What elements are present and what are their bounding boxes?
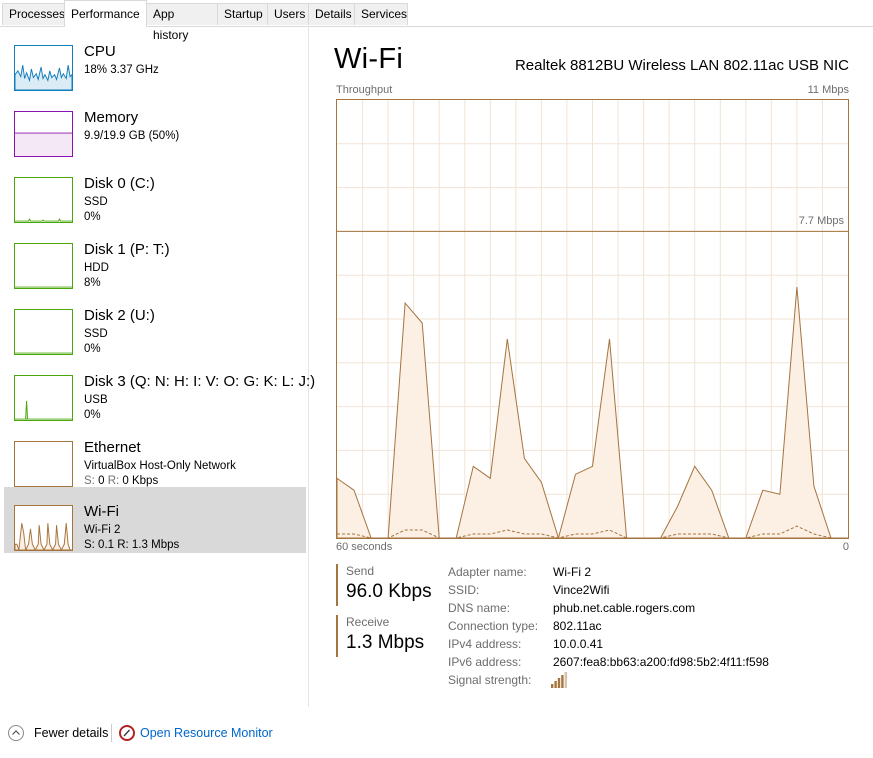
chevron-up-icon[interactable] [8,725,24,741]
sidebar-item-wifi[interactable]: Wi-Fi Wi-Fi 2 S: 0.1 R: 1.3 Mbps [4,487,306,553]
sidebar-item-title: Disk 3 (Q: N: H: I: V: O: G: K: L: J:) [84,373,316,390]
send-value: 0 [98,475,105,487]
sidebar: CPU 18% 3.37 GHz Memory 9.9/19.9 GB (50%… [0,27,315,707]
send-value: 96.0 Kbps [346,581,432,602]
sidebar-item-type: SSD [84,196,108,208]
info-key-signal-strength: Signal strength: [448,673,532,687]
info-key-ssid: SSID: [448,583,480,597]
receive-label: Receive [346,615,390,629]
sidebar-item-type: HDD [84,262,109,274]
info-key-dns-name: DNS name: [448,601,511,615]
signal-bar [557,678,561,688]
tab-bar: Processes Performance App history Startu… [0,0,873,42]
ethernet-thumbnail [14,441,73,487]
tab-processes[interactable]: Processes [2,3,65,25]
sidebar-item-cpu[interactable]: CPU 18% 3.37 GHz [4,27,306,93]
receive-value: 0 Kbps [122,475,159,487]
sidebar-item-type: USB [84,394,108,406]
sidebar-item-adapter: Wi-Fi 2 [84,524,121,536]
sidebar-item-ethernet[interactable]: Ethernet VirtualBox Host-Only Network S:… [4,423,306,489]
signal-bar [551,684,554,688]
sidebar-item-title: Memory [84,109,139,126]
info-value-ssid: Vince2Wifi [553,583,610,597]
receive-label: R: [107,475,120,487]
signal-strength-icon [551,672,567,688]
sidebar-item-title: Ethernet [84,439,141,456]
info-value-connection-type: 802.11ac [553,619,602,633]
info-value-adapter-name: Wi-Fi 2 [553,565,591,579]
zero-label: 0 [842,541,849,553]
scale-line-label: 7.7 Mbps [798,215,844,228]
adapter-description: Realtek 8812BU Wireless LAN 802.11ac USB… [514,57,849,74]
sidebar-item-throughput: S: 0.1 R: 1.3 Mbps [84,539,180,551]
disk-thumbnail [14,177,73,223]
send-stat: Send 96.0 Kbps [336,564,432,606]
sidebar-item-disk-1[interactable]: Disk 1 (P: T:) HDD 8% [4,225,306,291]
sidebar-item-title: Wi-Fi [84,503,119,520]
footer-divider [111,724,112,742]
tab-details[interactable]: Details [308,3,355,25]
throughput-label: Throughput [336,84,393,96]
sidebar-item-title: CPU [84,43,116,60]
cpu-thumbnail [14,45,73,91]
signal-bar [561,675,564,688]
signal-bar [554,681,557,688]
footer: Fewer details Open Resource Monitor [0,710,873,758]
sidebar-item-usage: 0% [84,211,101,223]
tab-performance[interactable]: Performance [64,0,147,27]
open-resource-monitor-link[interactable]: Open Resource Monitor [140,726,273,740]
sidebar-item-disk-0[interactable]: Disk 0 (C:) SSD 0% [4,159,306,225]
sidebar-item-usage: 8% [84,277,101,289]
sidebar-item-detail: 18% 3.37 GHz [84,64,159,76]
receive-value: 1.3 Mbps [346,632,425,653]
receive-stat: Receive 1.3 Mbps [336,615,424,657]
sidebar-item-usage: 0% [84,409,101,421]
memory-thumbnail [14,111,73,157]
sidebar-item-disk-2[interactable]: Disk 2 (U:) SSD 0% [4,291,306,357]
info-value-ipv6: 2607:fea8:bb63:a200:fd98:5b2:4f11:f598 [553,655,769,669]
send-label: Send [346,564,375,578]
time-span-label: 60 seconds [336,541,393,553]
sidebar-item-memory[interactable]: Memory 9.9/19.9 GB (50%) [4,93,306,159]
sidebar-item-title: Disk 0 (C:) [84,175,155,192]
info-value-dns-name: phub.net.cable.rogers.com [553,601,696,615]
info-value-ipv4: 10.0.0.41 [553,637,604,651]
disk-thumbnail [14,243,73,289]
sidebar-item-throughput: S: 0 R: 0 Kbps [84,475,158,487]
tab-users[interactable]: Users [267,3,309,25]
info-key-ipv4: IPv4 address: [448,637,522,651]
info-key-ipv6: IPv6 address: [448,655,522,669]
throughput-graph: 7.7 Mbps [336,99,849,539]
wifi-thumbnail [14,505,73,551]
sidebar-item-title: Disk 1 (P: T:) [84,241,170,258]
page-title: Wi-Fi [334,43,404,75]
tab-services[interactable]: Services [354,3,408,25]
throughput-chart [337,100,848,538]
fewer-details-button[interactable]: Fewer details [34,726,108,740]
tab-app-history[interactable]: App history [146,3,218,42]
sidebar-item-usage: 0% [84,343,101,355]
sidebar-item-title: Disk 2 (U:) [84,307,155,324]
max-scale-label: 11 Mbps [807,84,849,96]
send-label: S: [84,475,95,487]
sidebar-item-adapter: VirtualBox Host-Only Network [84,460,236,472]
sidebar-item-type: SSD [84,328,108,340]
info-key-connection-type: Connection type: [448,619,539,633]
info-key-adapter-name: Adapter name: [448,565,527,579]
tab-startup[interactable]: Startup [217,3,268,25]
sidebar-item-disk-3[interactable]: Disk 3 (Q: N: H: I: V: O: G: K: L: J:) U… [4,357,315,423]
disk-thumbnail [14,309,73,355]
resource-monitor-icon[interactable] [119,725,135,741]
signal-bar [564,672,567,688]
sidebar-item-detail: 9.9/19.9 GB (50%) [84,130,180,142]
disk-thumbnail [14,375,73,421]
